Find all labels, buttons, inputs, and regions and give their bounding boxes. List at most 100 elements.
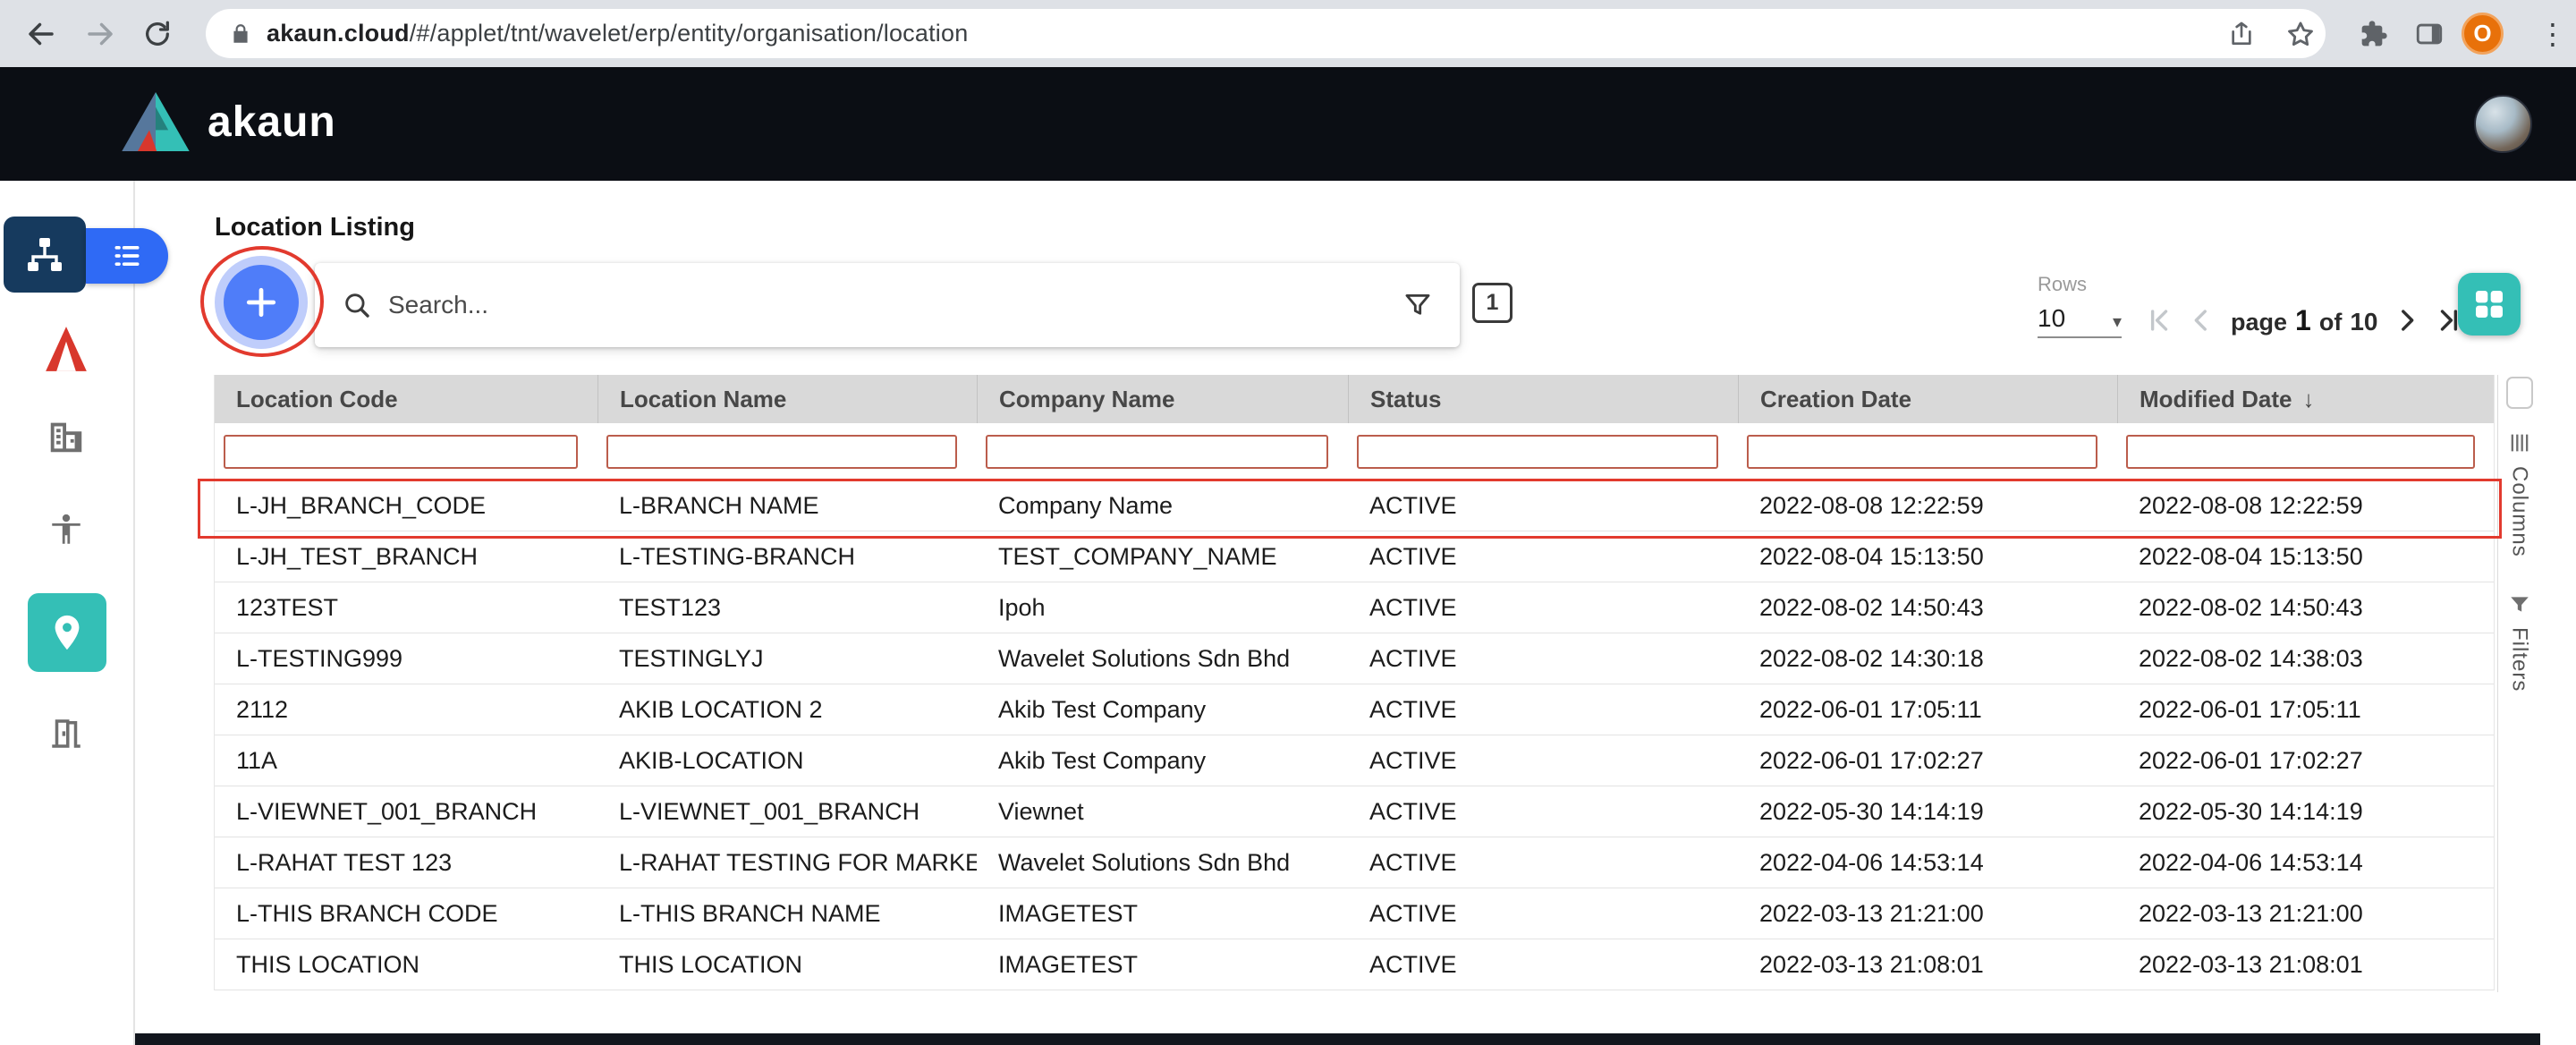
table-cell: 2022-05-30 14:14:19 — [2117, 798, 2495, 826]
sidebar-item-red-applet[interactable] — [43, 324, 89, 374]
table-cell: 2022-08-02 14:50:43 — [2117, 594, 2495, 622]
add-location-button[interactable] — [224, 265, 299, 340]
rows-label: Rows — [2038, 273, 2087, 296]
table-side-panel: Columns Filters — [2497, 375, 2540, 992]
grid-icon — [2471, 286, 2507, 322]
table-row[interactable]: L-JH_BRANCH_CODEL-BRANCH NAMECompany Nam… — [215, 480, 2494, 531]
profile-initial: O — [2473, 20, 2491, 47]
filters-panel-tab[interactable]: Filters — [2507, 593, 2532, 692]
filter-funnel-icon[interactable] — [1402, 290, 1433, 320]
table-row[interactable]: L-RAHAT TEST 123L-RAHAT TESTING FOR MARK… — [215, 837, 2494, 888]
building-icon — [46, 416, 87, 457]
column-header-status[interactable]: Status — [1348, 375, 1738, 423]
back-button[interactable] — [20, 13, 63, 55]
table-cell: L-VIEWNET_001_BRANCH — [215, 798, 597, 826]
table-cell: 2022-08-02 14:30:18 — [1738, 645, 2117, 673]
table-cell: IMAGETEST — [977, 900, 1348, 928]
column-header-company-name[interactable]: Company Name — [977, 375, 1348, 423]
table-cell: ACTIVE — [1348, 900, 1738, 928]
browser-profile-avatar[interactable]: O — [2462, 13, 2504, 55]
table-cell: 123TEST — [215, 594, 597, 622]
next-page-button[interactable] — [2388, 302, 2426, 339]
filter-input-location-code[interactable] — [224, 435, 578, 469]
column-header-creation-date[interactable]: Creation Date — [1738, 375, 2117, 423]
browser-toolbar: akaun.cloud/#/applet/tnt/wavelet/erp/ent… — [0, 0, 2576, 67]
column-header-modified-date[interactable]: Modified Date↓ — [2117, 375, 2495, 423]
grid-view-button[interactable] — [2458, 273, 2521, 336]
sidebar-item-applet-menu[interactable] — [86, 228, 168, 284]
table-cell: Viewnet — [977, 798, 1348, 826]
column-header-location-code[interactable]: Location Code — [215, 375, 597, 423]
table-row[interactable]: 123TESTTEST123IpohACTIVE2022-08-02 14:50… — [215, 582, 2494, 633]
browser-menu-icon[interactable]: ⋮ — [2538, 14, 2567, 54]
table-row[interactable]: THIS LOCATIONTHIS LOCATIONIMAGETESTACTIV… — [215, 939, 2494, 990]
side-panel-icon[interactable] — [2408, 13, 2451, 55]
sidebar-item-person[interactable] — [47, 510, 86, 549]
table-row[interactable]: L-JH_TEST_BRANCHL-TESTING-BRANCHTEST_COM… — [215, 531, 2494, 582]
column-header-location-name[interactable]: Location Name — [597, 375, 977, 423]
location-pin-icon — [47, 612, 88, 653]
plus-icon — [242, 283, 281, 322]
table-cell: 2022-06-01 17:05:11 — [1738, 696, 2117, 724]
filter-input-company-name[interactable] — [986, 435, 1328, 469]
table-cell: L-JH_TEST_BRANCH — [215, 543, 597, 571]
table-cell: Wavelet Solutions Sdn Bhd — [977, 849, 1348, 877]
forward-button[interactable] — [79, 13, 122, 55]
table-cell: L-TESTING-BRANCH — [597, 543, 977, 571]
table-cell: Ipoh — [977, 594, 1348, 622]
table-cell: 2022-08-08 12:22:59 — [1738, 492, 2117, 520]
table-cell: L-VIEWNET_001_BRANCH — [597, 798, 977, 826]
page-word: page — [2231, 309, 2287, 336]
brand-logo[interactable]: akaun — [122, 92, 336, 151]
single-view-toggle[interactable]: 1 — [1472, 283, 1513, 323]
table-cell: 2022-06-01 17:02:27 — [1738, 747, 2117, 775]
filter-input-modified-date[interactable] — [2126, 435, 2475, 469]
table-row[interactable]: 2112AKIB LOCATION 2Akib Test CompanyACTI… — [215, 684, 2494, 735]
filter-input-location-name[interactable] — [606, 435, 957, 469]
location-table: Location CodeLocation NameCompany NameSt… — [214, 375, 2495, 990]
filter-input-creation-date[interactable] — [1747, 435, 2097, 469]
first-page-button[interactable] — [2140, 302, 2177, 339]
page-indicator: page 1 of 10 — [2231, 304, 2377, 337]
sidebar-item-organisation-applet[interactable] — [4, 217, 86, 293]
view-toggle-label: 1 — [1487, 290, 1499, 316]
brand-text: akaun — [208, 98, 336, 147]
columns-panel-tab[interactable]: Columns — [2507, 430, 2532, 557]
filter-input-status[interactable] — [1357, 435, 1718, 469]
app-header: akaun — [0, 67, 2576, 181]
table-cell: 2022-08-04 15:13:50 — [1738, 543, 2117, 571]
sidebar-item-company[interactable] — [43, 413, 89, 460]
table-cell: 2022-08-02 14:38:03 — [2117, 645, 2495, 673]
sidebar-item-exit[interactable] — [47, 714, 86, 753]
table-row[interactable]: L-TESTING999TESTINGLYJWavelet Solutions … — [215, 633, 2494, 684]
lock-icon[interactable] — [229, 22, 252, 46]
table-cell: Akib Test Company — [977, 696, 1348, 724]
table-row[interactable]: 11AAKIB-LOCATIONAkib Test CompanyACTIVE2… — [215, 735, 2494, 786]
pagination: page 1 of 10 — [2140, 297, 2469, 344]
akaun-logo-icon — [122, 92, 190, 151]
previous-page-button[interactable] — [2182, 302, 2220, 339]
table-cell: 2022-04-06 14:53:14 — [2117, 849, 2495, 877]
table-row[interactable]: L-VIEWNET_001_BRANCHL-VIEWNET_001_BRANCH… — [215, 786, 2494, 837]
reload-button[interactable] — [136, 13, 179, 55]
table-cell: 2022-03-13 21:08:01 — [1738, 951, 2117, 979]
table-cell: Akib Test Company — [977, 747, 1348, 775]
rows-per-page-select[interactable]: 10 ▾ — [2038, 299, 2122, 338]
search-input[interactable] — [388, 291, 1402, 319]
table-row[interactable]: L-THIS BRANCH CODEL-THIS BRANCH NAMEIMAG… — [215, 888, 2494, 939]
sidebar-item-location[interactable] — [28, 593, 106, 672]
share-icon[interactable] — [2220, 13, 2263, 55]
sidebar — [0, 181, 135, 1045]
table-cell: ACTIVE — [1348, 645, 1738, 673]
table-cell: L-TESTING999 — [215, 645, 597, 673]
table-cell: ACTIVE — [1348, 747, 1738, 775]
extensions-icon[interactable] — [2352, 13, 2395, 55]
table-cell: L-JH_BRANCH_CODE — [215, 492, 597, 520]
table-cell: ACTIVE — [1348, 696, 1738, 724]
bookmark-star-icon[interactable] — [2279, 13, 2322, 55]
table-cell: TEST123 — [597, 594, 977, 622]
search-bar — [315, 263, 1460, 347]
user-avatar[interactable] — [2474, 95, 2532, 153]
scrollbar-thumb[interactable] — [2506, 377, 2533, 409]
url-bar[interactable]: akaun.cloud/#/applet/tnt/wavelet/erp/ent… — [206, 9, 2326, 58]
